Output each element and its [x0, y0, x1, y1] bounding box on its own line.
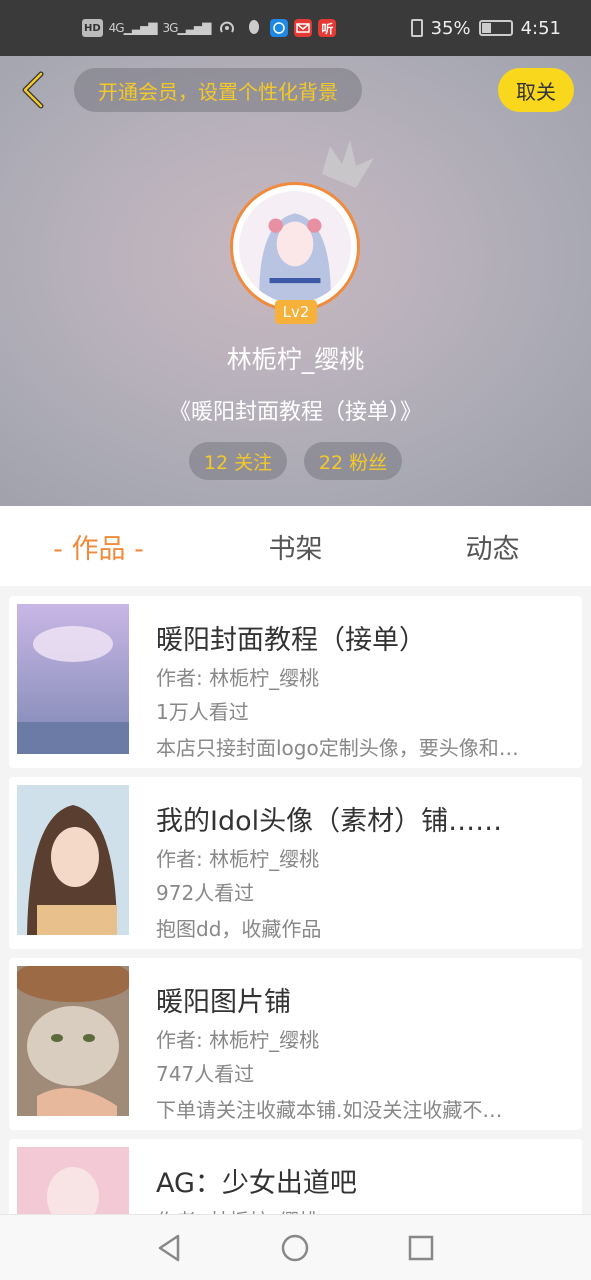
tab-bookshelf[interactable]: 书架: [197, 506, 394, 586]
unfollow-button[interactable]: 取关: [498, 68, 574, 112]
work-author: 作者: 林栀柠_缨桃: [156, 1205, 319, 1214]
battery-fill: [481, 23, 492, 33]
works-list: 暖阳封面教程（接单） 作者: 林栀柠_缨桃 1万人看过 本店只接封面logo定制…: [0, 586, 591, 1214]
work-cover-image: [17, 785, 129, 935]
work-cover-image: [17, 604, 129, 754]
triangle-back-icon: [158, 1234, 180, 1262]
work-cover-image: [17, 1147, 129, 1214]
vip-background-prompt[interactable]: 开通会员，设置个性化背景: [74, 68, 362, 112]
level-badge: Lv2: [275, 300, 317, 324]
signal-3g-icon: 3G▁▃▅▇: [162, 21, 212, 35]
status-left-indicators: HD 4G▁▃▅▇ 3G▁▃▅▇ 听: [82, 0, 337, 56]
work-description: 本店只接封面logo定制头像，要头像和…: [156, 736, 519, 760]
work-views: 1万人看过: [156, 700, 249, 724]
work-author: 作者: 林栀柠_缨桃: [156, 666, 320, 690]
work-title: 我的Idol头像（素材）铺……: [156, 806, 503, 837]
hotspot-icon: [216, 19, 238, 37]
hd-indicator: HD: [82, 19, 103, 37]
tab-works[interactable]: - 作品 -: [0, 506, 197, 586]
browser-app-icon: [270, 19, 289, 37]
work-title: AG：少女出道吧: [156, 1168, 357, 1199]
network-3g-label: 3G: [162, 21, 179, 35]
work-views: 972人看过: [156, 881, 255, 905]
nav-back-button[interactable]: [152, 1231, 186, 1265]
list-item[interactable]: 暖阳图片铺 作者: 林栀柠_缨桃 747人看过 下单请关注收藏本铺.如没关注收藏…: [9, 958, 582, 1130]
profile-header: 开通会员，设置个性化背景 取关 Lv2 林栀柠_缨桃 《暖阳封面教程（接单）》 …: [0, 56, 591, 506]
work-author: 作者: 林栀柠_缨桃: [156, 1028, 320, 1052]
profile-motto: 《暖阳封面教程（接单）》: [168, 400, 422, 425]
fans-count-button[interactable]: 22 粉丝: [304, 442, 402, 480]
status-right: 35% 4:51: [410, 0, 561, 56]
battery-percent: 35%: [430, 17, 471, 39]
qq-icon: [244, 19, 264, 37]
battery-icon: [478, 20, 513, 36]
work-title: 暖阳图片铺: [156, 987, 291, 1018]
following-count-button[interactable]: 12 关注: [189, 442, 287, 480]
signal-4g-icon: 4G▁▃▅▇: [108, 21, 158, 35]
square-recents-icon: [408, 1235, 434, 1261]
system-nav-bar: [0, 1214, 591, 1280]
work-description: 抱图dd，收藏作品: [156, 917, 322, 941]
network-4g-label: 4G: [108, 21, 125, 35]
ting-app-icon: 听: [318, 19, 337, 37]
avatar-image: [239, 191, 351, 303]
status-bar: HD 4G▁▃▅▇ 3G▁▃▅▇ 听 35% 4:51: [0, 0, 591, 56]
work-views: 747人看过: [156, 1062, 255, 1086]
status-time: 4:51: [520, 17, 561, 39]
list-item[interactable]: 暖阳封面教程（接单） 作者: 林栀柠_缨桃 1万人看过 本店只接封面logo定制…: [9, 596, 582, 768]
mail-app-icon: [294, 19, 313, 37]
nav-recents-button[interactable]: [404, 1231, 438, 1265]
nav-home-button[interactable]: [278, 1231, 312, 1265]
circle-home-icon: [281, 1234, 309, 1262]
avatar[interactable]: [230, 182, 360, 312]
work-cover-image: [17, 966, 129, 1116]
list-item[interactable]: 我的Idol头像（素材）铺…… 作者: 林栀柠_缨桃 972人看过 抱图dd，收…: [9, 777, 582, 949]
crown-icon: [322, 140, 374, 188]
work-title: 暖阳封面教程（接单）: [156, 625, 426, 656]
tab-activity[interactable]: 动态: [394, 506, 591, 586]
work-description: 下单请关注收藏本铺.如没关注收藏不…: [156, 1098, 503, 1122]
vibrate-icon: [410, 19, 423, 37]
profile-tabs: - 作品 - 书架 动态: [0, 506, 591, 586]
list-item[interactable]: AG：少女出道吧 作者: 林栀柠_缨桃: [9, 1139, 582, 1214]
back-button[interactable]: [10, 68, 54, 112]
chevron-left-icon: [22, 71, 44, 109]
username: 林栀柠_缨桃: [226, 345, 365, 374]
work-author: 作者: 林栀柠_缨桃: [156, 847, 320, 871]
